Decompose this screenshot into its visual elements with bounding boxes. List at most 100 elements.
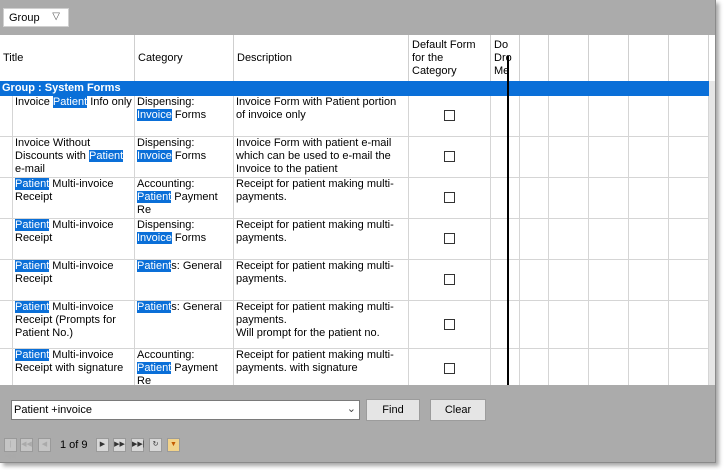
text-segment: Invoice [15, 96, 53, 108]
next-page-icon[interactable]: ▶ [96, 438, 109, 452]
clear-button[interactable]: Clear [430, 399, 486, 421]
search-combo[interactable]: ⌄ [11, 400, 360, 420]
group-row[interactable]: Group : System Forms [0, 81, 709, 96]
last-page-icon[interactable]: ▶▶| [131, 438, 145, 452]
default-form-checkbox[interactable] [444, 192, 455, 203]
text-segment: Dispensing: [137, 137, 195, 149]
empty-cell [629, 260, 669, 300]
default-form-checkbox[interactable] [444, 233, 455, 244]
default-form-cell [409, 260, 491, 300]
text-segment: s: General [171, 301, 222, 313]
title-cell[interactable]: Invoice Patient Info only [13, 96, 135, 136]
description-cell[interactable]: Receipt for patient making multi-payment… [234, 301, 409, 348]
text-segment: Info only [87, 96, 132, 108]
prev-group-icon[interactable]: ◀◀ [20, 438, 33, 452]
column-header-empty [669, 35, 709, 81]
table-row[interactable]: Patient Multi-invoice Receipt (Prompts f… [0, 301, 709, 349]
find-button[interactable]: Find [366, 399, 420, 421]
empty-cell [629, 96, 669, 136]
title-cell[interactable]: Patient Multi-invoice Receipt [13, 260, 135, 300]
empty-cell [491, 349, 520, 385]
default-form-checkbox[interactable] [444, 151, 455, 162]
search-match-highlight: Patient [52, 96, 88, 108]
default-form-cell [409, 301, 491, 348]
empty-cell [629, 178, 669, 218]
category-cell[interactable]: Dispensing: Invoice Forms [135, 137, 234, 177]
table-row[interactable]: Patient Multi-invoice Receipt Dispensing:… [0, 219, 709, 260]
description-cell[interactable]: Receipt for patient making multi-payment… [234, 260, 409, 300]
category-cell-text: Accounting: Patient Payment Re [137, 178, 231, 217]
column-header-category[interactable]: Category [135, 35, 234, 81]
default-form-cell [409, 219, 491, 259]
description-cell[interactable]: Invoice Form with patient e-mail which c… [234, 137, 409, 177]
search-match-highlight: Patient [15, 219, 50, 231]
title-cell[interactable]: Invoice Without Discounts with Patient e… [13, 137, 135, 177]
column-header-empty [589, 35, 629, 81]
empty-cell [549, 96, 589, 136]
title-cell[interactable]: Patient Multi-invoice Receipt [13, 219, 135, 259]
column-header-description[interactable]: Description [234, 35, 409, 81]
description-cell[interactable]: Receipt for patient making multi-payment… [234, 219, 409, 259]
title-cell[interactable]: Patient Multi-invoice Receipt (Prompts f… [13, 301, 135, 348]
group-chip-label: Group [9, 11, 40, 24]
title-cell-text: Patient Multi-invoice Receipt [15, 178, 132, 204]
description-cell[interactable]: Receipt for patient making multi-payment… [234, 349, 409, 385]
empty-cell [589, 178, 629, 218]
table-row[interactable]: Patient Multi-invoice Receipt Patients: G… [0, 260, 709, 301]
column-header-default-form[interactable]: Default Form for the Category [409, 35, 491, 81]
search-match-highlight: Patient [137, 362, 172, 374]
column-header-title[interactable]: Title [0, 35, 135, 81]
search-match-highlight: Patient [88, 150, 124, 162]
default-form-checkbox[interactable] [444, 274, 455, 285]
row-indent [0, 301, 13, 348]
title-cell-text: Patient Multi-invoice Receipt with signa… [15, 349, 132, 375]
empty-cell [669, 349, 709, 385]
table-row[interactable]: Patient Multi-invoice Receipt with signa… [0, 349, 709, 385]
forms-grid: Title Category Description Default Form … [0, 35, 715, 385]
group-chip[interactable]: Group ▽ [3, 8, 69, 27]
refresh-icon[interactable]: ↻ [149, 438, 162, 452]
category-cell[interactable]: Dispensing: Invoice Forms [135, 219, 234, 259]
title-cell[interactable]: Patient Multi-invoice Receipt [13, 178, 135, 218]
description-cell[interactable]: Receipt for patient making multi-payment… [234, 178, 409, 218]
funnel-icon[interactable]: ▽ [52, 11, 60, 22]
column-header-truncated[interactable]: Do Dro Me [491, 35, 520, 81]
category-cell-text: Patients: General [137, 260, 231, 273]
default-form-checkbox[interactable] [444, 110, 455, 121]
text-segment: Dispensing: [137, 96, 195, 108]
search-match-highlight: Patient [15, 260, 50, 272]
table-row[interactable]: Patient Multi-invoice Receipt Accounting:… [0, 178, 709, 219]
empty-cell [589, 137, 629, 177]
category-cell[interactable]: Dispensing: Invoice Forms [135, 96, 234, 136]
title-cell[interactable]: Patient Multi-invoice Receipt with signa… [13, 349, 135, 385]
table-row[interactable]: Invoice Without Discounts with Patient e… [0, 137, 709, 178]
empty-cell [520, 260, 549, 300]
text-segment: Dispensing: [137, 219, 195, 231]
description-text: Receipt for patient making multi-payment… [236, 301, 394, 339]
category-cell[interactable]: Accounting: Patient Payment Re [135, 349, 234, 385]
filter-icon[interactable]: ▼ [167, 438, 180, 452]
category-cell[interactable]: Patients: General [135, 301, 234, 348]
category-cell[interactable]: Accounting: Patient Payment Re [135, 178, 234, 218]
next-group-icon[interactable]: ▶▶ [113, 438, 126, 452]
row-indent [0, 349, 13, 385]
row-indent [0, 137, 13, 177]
empty-cell [629, 301, 669, 348]
default-form-checkbox[interactable] [444, 363, 455, 374]
empty-cell [669, 301, 709, 348]
title-cell-text: Invoice Without Discounts with Patient e… [15, 137, 132, 176]
chevron-down-icon[interactable]: ⌄ [347, 402, 356, 415]
table-row[interactable]: Invoice Patient Info only Dispensing: Inv… [0, 96, 709, 137]
prev-page-icon[interactable]: ◀ [38, 438, 51, 452]
vertical-scrollbar[interactable] [709, 81, 715, 385]
search-input[interactable] [14, 402, 339, 417]
default-form-checkbox[interactable] [444, 318, 455, 330]
empty-cell [589, 260, 629, 300]
description-text: Invoice Form with Patient portion of inv… [236, 96, 397, 121]
first-page-icon[interactable]: |◀◀ [4, 438, 17, 460]
category-cell-text: Dispensing: Invoice Forms [137, 137, 231, 163]
empty-cell [491, 178, 520, 218]
category-cell[interactable]: Patients: General [135, 260, 234, 300]
text-segment: s: General [171, 260, 222, 272]
description-cell[interactable]: Invoice Form with Patient portion of inv… [234, 96, 409, 136]
